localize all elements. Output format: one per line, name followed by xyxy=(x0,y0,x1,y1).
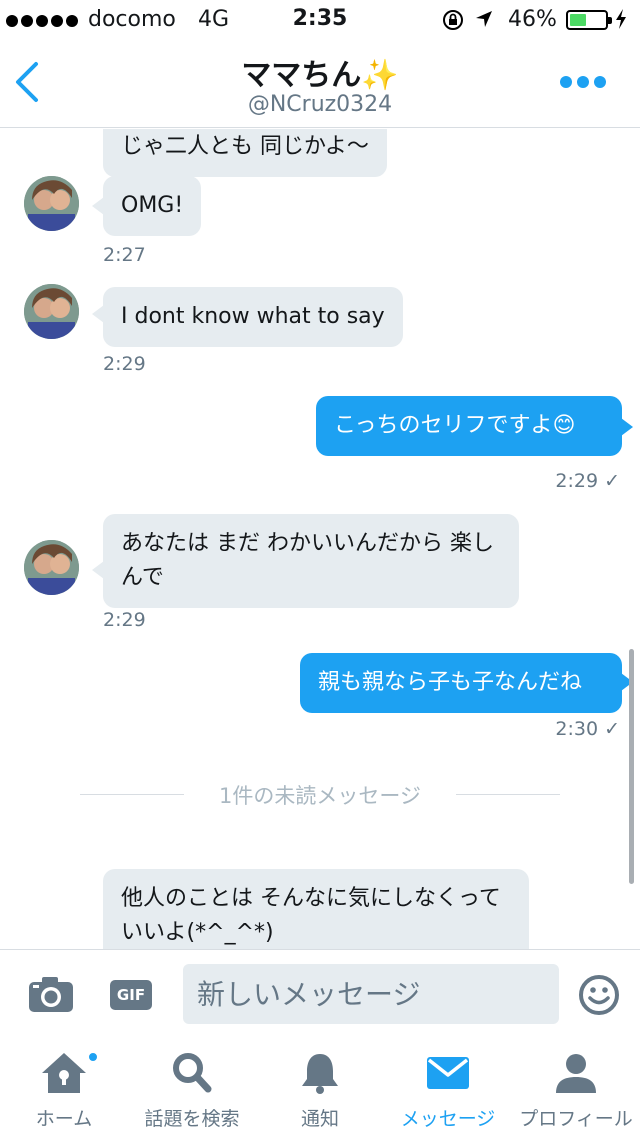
tab-label: プロフィール xyxy=(519,1108,633,1130)
battery-percent: 46% xyxy=(508,7,557,32)
contact-handle[interactable]: @NCruz0324 xyxy=(0,92,640,117)
bubble-tail xyxy=(621,418,633,436)
avatar[interactable] xyxy=(24,176,79,231)
message-timestamp: 2:29 xyxy=(103,353,146,375)
camera-icon xyxy=(29,977,73,1012)
gif-button[interactable]: GIF xyxy=(110,980,152,1010)
tab-profile[interactable]: プロフィール xyxy=(512,1037,640,1136)
message-timestamp: 2:29 xyxy=(555,470,599,492)
smiley-icon xyxy=(579,975,619,1015)
charging-bolt-icon xyxy=(614,8,628,36)
status-bar: docomo 4G 2:35 46% xyxy=(0,0,640,40)
incoming-message-bubble[interactable]: 他人のことは そんなに気にしなくっていいよ(*^_^*) xyxy=(103,869,529,949)
message-timestamp: 2:29 xyxy=(103,609,146,631)
bell-icon xyxy=(256,1049,384,1097)
unread-divider-label: 1件の未読メッセージ xyxy=(219,784,421,808)
rotation-lock-icon xyxy=(442,9,464,37)
tab-label: ホーム xyxy=(35,1108,93,1130)
search-icon xyxy=(128,1049,256,1097)
envelope-icon xyxy=(384,1049,512,1097)
message-input[interactable] xyxy=(183,964,559,1024)
message-composer: GIF xyxy=(0,949,640,1037)
battery-icon xyxy=(566,10,612,30)
incoming-message-bubble[interactable]: OMG! xyxy=(103,176,202,236)
incoming-message-bubble[interactable]: あなたは まだ わかいいんだから 楽しんで xyxy=(103,514,519,608)
message-list[interactable]: じゃ二人とも 同じかよ〜 OMG! 2:27 I dont know what … xyxy=(0,129,640,949)
contact-name[interactable]: ママちん✨ xyxy=(0,50,640,94)
tab-home[interactable]: ホーム xyxy=(0,1037,128,1136)
outgoing-message-bubble[interactable]: こっちのセリフですよ😊 xyxy=(316,396,622,456)
incoming-message-bubble[interactable]: I dont know what to say xyxy=(103,287,403,347)
outgoing-message-bubble[interactable]: 親も親なら子も子なんだね xyxy=(300,653,622,713)
scrollbar[interactable] xyxy=(629,649,634,884)
conversation-header: ママちん✨ @NCruz0324 xyxy=(0,40,640,128)
unread-divider: 1件の未読メッセージ xyxy=(80,779,560,809)
home-icon xyxy=(0,1049,128,1097)
more-options-button[interactable] xyxy=(560,76,606,88)
location-arrow-icon xyxy=(474,9,494,35)
avatar[interactable] xyxy=(24,540,79,595)
tab-messages[interactable]: メッセージ xyxy=(384,1037,512,1136)
bottom-tab-bar: ホーム 話題を検索 通知 メッセージ プロフィール xyxy=(0,1037,640,1136)
message-timestamp: 2:30 xyxy=(555,718,599,740)
message-status: 2:30 ✓ xyxy=(555,718,620,740)
tab-label: 話題を検索 xyxy=(144,1108,240,1130)
tab-search[interactable]: 話題を検索 xyxy=(128,1037,256,1136)
avatar[interactable] xyxy=(24,284,79,339)
read-check-icon: ✓ xyxy=(604,718,620,740)
read-check-icon: ✓ xyxy=(604,470,620,492)
tab-notifications[interactable]: 通知 xyxy=(256,1037,384,1136)
tab-label: 通知 xyxy=(300,1108,339,1130)
tab-label: メッセージ xyxy=(400,1108,496,1130)
message-timestamp: 2:27 xyxy=(103,244,146,266)
message-status: 2:29 ✓ xyxy=(555,470,620,492)
notification-dot xyxy=(87,1051,99,1063)
incoming-message-bubble[interactable]: じゃ二人とも 同じかよ〜 xyxy=(103,129,387,177)
camera-button[interactable] xyxy=(28,975,74,1017)
emoji-button[interactable] xyxy=(578,974,620,1020)
person-icon xyxy=(512,1049,640,1097)
